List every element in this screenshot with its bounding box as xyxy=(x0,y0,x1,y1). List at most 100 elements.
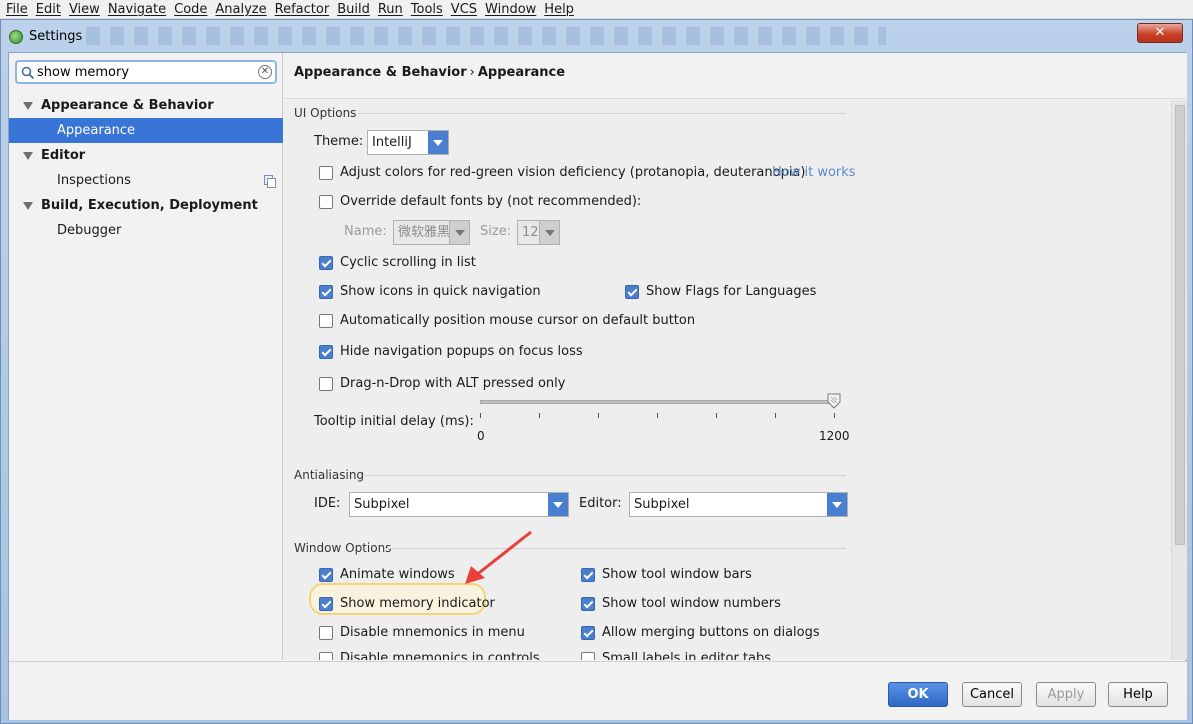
show-tool-window-numbers-checkbox[interactable] xyxy=(581,597,595,611)
adjust-colors-checkbox[interactable] xyxy=(319,166,333,180)
show-flags-label: Show Flags for Languages xyxy=(646,284,817,299)
menu-edit[interactable]: Edit xyxy=(36,2,61,17)
show-tool-window-bars-checkbox[interactable] xyxy=(581,568,595,582)
editor-antialiasing-label: Editor: xyxy=(579,496,622,511)
clear-search-icon[interactable]: ✕ xyxy=(258,65,272,79)
editor-antialiasing-select[interactable]: Subpixel xyxy=(629,492,848,517)
hide-nav-popups-checkbox[interactable] xyxy=(319,345,333,359)
font-size-value: 12 xyxy=(522,225,539,240)
show-icons-label: Show icons in quick navigation xyxy=(340,284,541,299)
settings-tree: Appearance & Behavior Appearance Editor … xyxy=(9,93,283,243)
section-divider xyxy=(364,475,846,476)
ok-button[interactable]: OK xyxy=(888,682,948,707)
how-it-works-link[interactable]: How it works xyxy=(772,165,856,180)
chevron-down-icon xyxy=(539,221,559,244)
show-tool-window-numbers-label: Show tool window numbers xyxy=(602,596,781,611)
font-name-label: Name: xyxy=(344,224,387,239)
menu-help[interactable]: Help xyxy=(544,2,574,17)
slider-tick xyxy=(539,413,540,418)
content-scrollbar[interactable] xyxy=(1171,100,1187,660)
tree-item-label: Appearance & Behavior xyxy=(41,98,214,113)
expand-arrow-icon[interactable] xyxy=(23,202,33,210)
section-title-antialiasing: Antialiasing xyxy=(294,468,365,482)
slider-tick xyxy=(480,413,481,418)
font-name-select: 微软雅黑 xyxy=(393,220,470,245)
theme-select[interactable]: IntelliJ xyxy=(367,130,449,155)
tree-item-label: Build, Execution, Deployment xyxy=(41,198,258,213)
chevron-down-icon xyxy=(827,493,847,516)
breadcrumb: Appearance & Behavior › Appearance xyxy=(284,53,1187,99)
breadcrumb-current: Appearance xyxy=(477,65,566,80)
app-logo-icon xyxy=(9,30,23,44)
expand-arrow-icon[interactable] xyxy=(23,152,33,160)
hide-nav-popups-label: Hide navigation popups on focus loss xyxy=(340,344,583,359)
menu-code[interactable]: Code xyxy=(174,2,207,17)
menu-file[interactable]: File xyxy=(6,2,28,17)
tree-item-debugger[interactable]: Debugger xyxy=(9,218,283,243)
cyclic-scrolling-checkbox[interactable] xyxy=(319,256,333,270)
tree-item-editor[interactable]: Editor xyxy=(9,143,283,168)
chevron-down-icon xyxy=(449,221,469,244)
override-fonts-label: Override default fonts by (not recommend… xyxy=(340,194,642,209)
show-icons-checkbox[interactable] xyxy=(319,285,333,299)
menu-window[interactable]: Window xyxy=(485,2,536,17)
drag-drop-alt-label: Drag-n-Drop with ALT pressed only xyxy=(340,376,566,391)
help-button[interactable]: Help xyxy=(1108,682,1168,707)
tree-item-build-execution-deployment[interactable]: Build, Execution, Deployment xyxy=(9,193,283,218)
slider-thumb[interactable] xyxy=(827,393,841,409)
scrollbar-thumb[interactable] xyxy=(1175,105,1185,545)
section-divider xyxy=(358,113,846,114)
slider-tick xyxy=(834,413,835,418)
menu-analyze[interactable]: Analyze xyxy=(215,2,266,17)
slider-tick xyxy=(657,413,658,418)
allow-merging-buttons-checkbox[interactable] xyxy=(581,626,595,640)
tooltip-delay-slider[interactable] xyxy=(480,400,834,404)
settings-dialog: Settings ✕ ✕ Appearance & Behavior App xyxy=(0,19,1193,724)
menu-navigate[interactable]: Navigate xyxy=(108,2,166,17)
expand-arrow-icon[interactable] xyxy=(23,102,33,110)
font-size-select: 12 xyxy=(517,220,560,245)
disable-mnemonics-menu-checkbox[interactable] xyxy=(319,626,333,640)
tooltip-delay-label: Tooltip initial delay (ms): xyxy=(314,414,474,429)
cyclic-scrolling-label: Cyclic scrolling in list xyxy=(340,255,476,270)
disable-mnemonics-controls-checkbox[interactable] xyxy=(319,652,333,660)
menu-vcs[interactable]: VCS xyxy=(451,2,477,17)
search-box[interactable]: ✕ xyxy=(15,60,277,84)
animate-windows-label: Animate windows xyxy=(340,567,455,582)
background-toolbar xyxy=(86,27,886,45)
tooltip-max-label: 1200 xyxy=(819,429,850,443)
tree-item-appearance-behavior[interactable]: Appearance & Behavior xyxy=(9,93,283,118)
drag-drop-alt-checkbox[interactable] xyxy=(319,377,333,391)
tree-item-inspections[interactable]: Inspections xyxy=(9,168,283,193)
menu-run[interactable]: Run xyxy=(378,2,403,17)
tree-item-appearance[interactable]: Appearance xyxy=(9,118,283,143)
apply-button[interactable]: Apply xyxy=(1036,682,1096,707)
menu-refactor[interactable]: Refactor xyxy=(275,2,330,17)
allow-merging-buttons-label: Allow merging buttons on dialogs xyxy=(602,625,820,640)
animate-windows-checkbox[interactable] xyxy=(319,568,333,582)
show-tool-window-bars-label: Show tool window bars xyxy=(602,567,752,582)
ide-antialiasing-value: Subpixel xyxy=(354,497,410,512)
section-divider xyxy=(387,548,846,549)
show-memory-indicator-label: Show memory indicator xyxy=(340,596,495,611)
tree-item-label: Editor xyxy=(41,148,86,163)
dialog-client: ✕ Appearance & Behavior Appearance Edito… xyxy=(8,52,1187,720)
menu-build[interactable]: Build xyxy=(337,2,370,17)
show-memory-indicator-checkbox[interactable] xyxy=(319,597,333,611)
auto-position-cursor-checkbox[interactable] xyxy=(319,314,333,328)
tree-item-label: Debugger xyxy=(57,223,122,238)
show-flags-checkbox[interactable] xyxy=(625,285,639,299)
tooltip-min-label: 0 xyxy=(477,429,485,443)
breadcrumb-parent: Appearance & Behavior xyxy=(294,65,467,80)
search-icon xyxy=(21,66,35,80)
small-labels-checkbox[interactable] xyxy=(581,652,595,660)
title-bar[interactable]: Settings ✕ xyxy=(1,20,1192,52)
cancel-button[interactable]: Cancel xyxy=(962,682,1022,707)
menu-tools[interactable]: Tools xyxy=(411,2,443,17)
window-title: Settings xyxy=(29,29,83,44)
menu-view[interactable]: View xyxy=(69,2,100,17)
ide-antialiasing-select[interactable]: Subpixel xyxy=(349,492,569,517)
close-button[interactable]: ✕ xyxy=(1137,23,1183,43)
override-fonts-checkbox[interactable] xyxy=(319,195,333,209)
search-input[interactable] xyxy=(37,64,252,81)
